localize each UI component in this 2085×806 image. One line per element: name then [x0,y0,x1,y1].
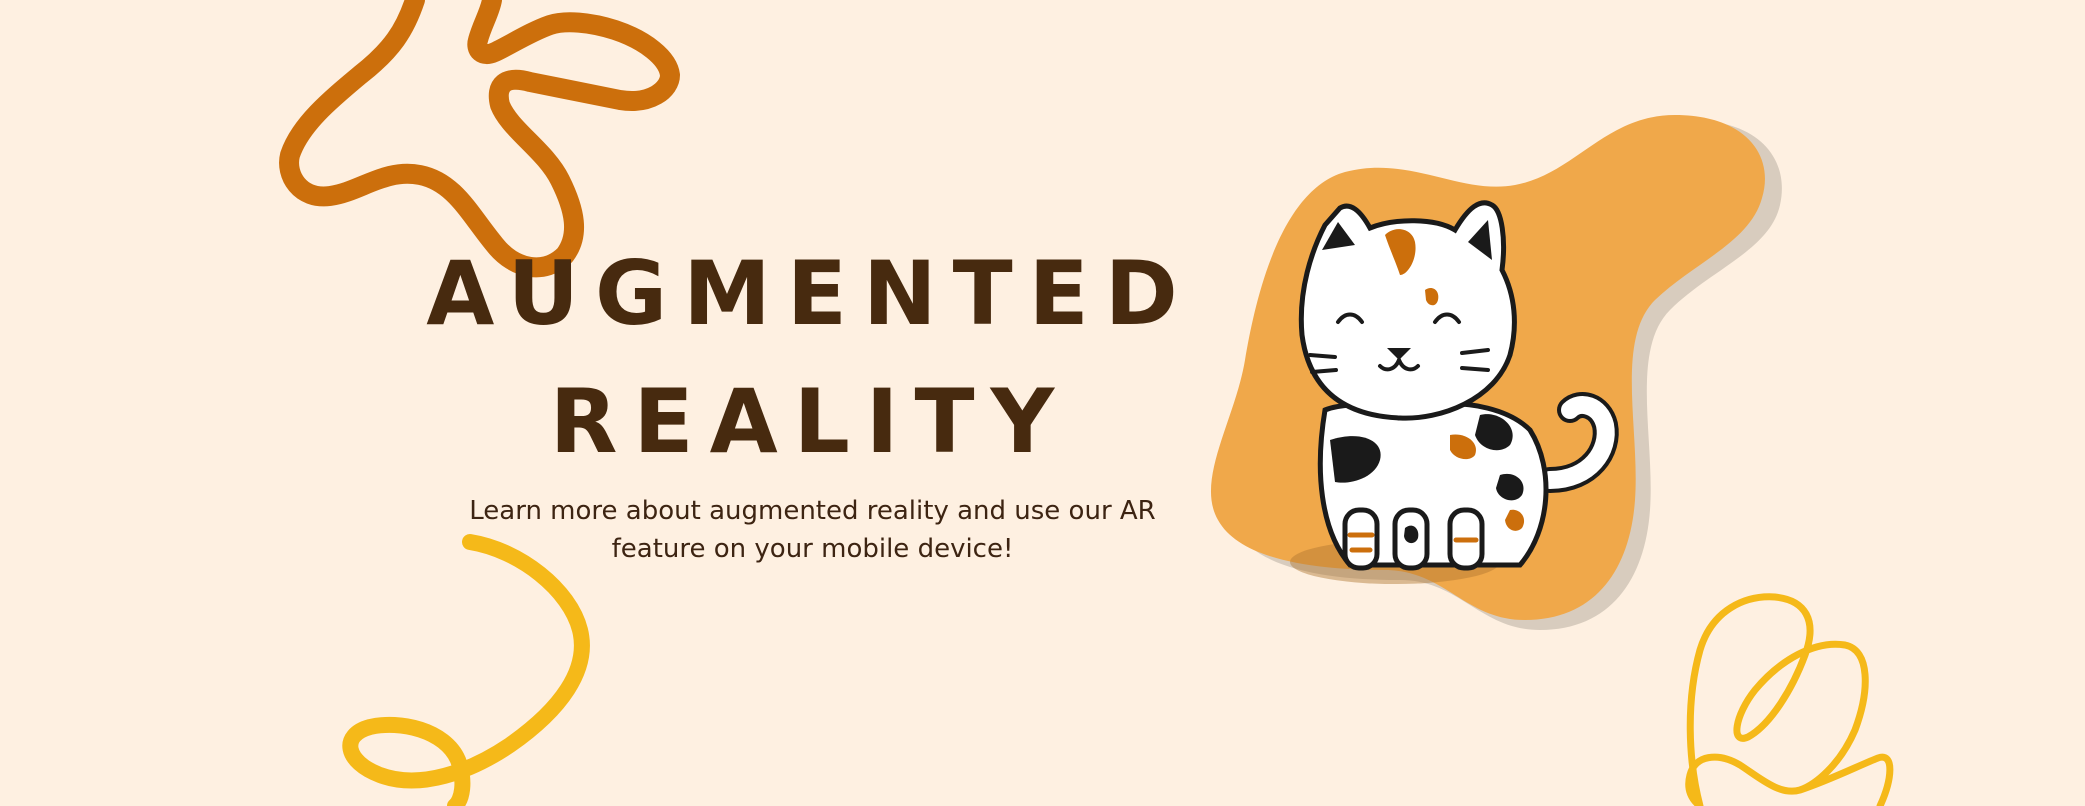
hero-subtitle: Learn more about augmented reality and u… [469,496,1156,564]
calico-cat-illustration [1210,115,1782,630]
ar-hero-banner: AUGMENTED REALITY Learn more about augme… [0,0,2085,806]
hero-title-line-1: AUGMENTED [426,242,1194,345]
hero-title-line-2: REALITY [549,370,1071,473]
hero-title: AUGMENTED REALITY [420,230,1200,486]
